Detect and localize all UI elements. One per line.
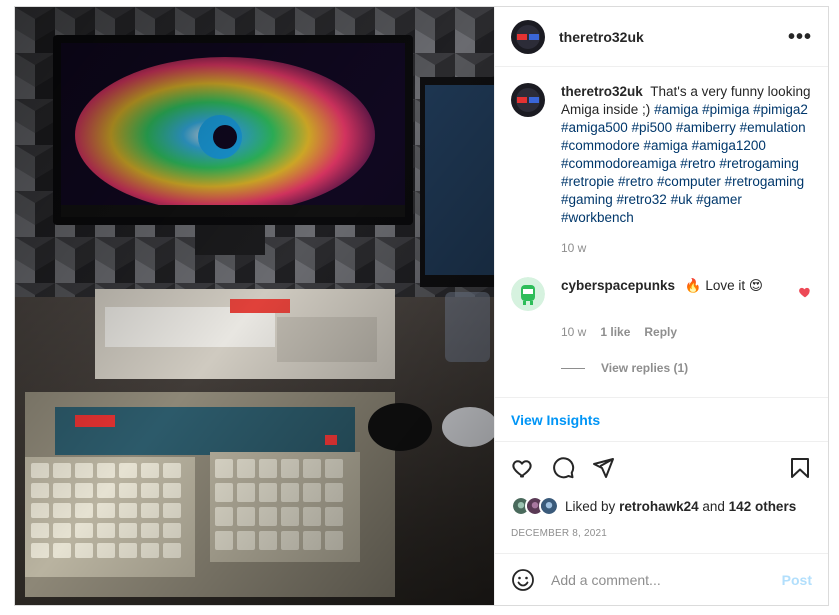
likes-text: Liked by retrohawk24 and 142 others: [565, 499, 796, 514]
post-frame: theretro32uk ••• theretro32uk That's a v…: [14, 6, 829, 606]
likes-others[interactable]: 142 others: [729, 499, 797, 514]
caption-text: theretro32uk That's a very funny looking…: [561, 83, 812, 227]
emoji-icon[interactable]: [511, 568, 535, 592]
comment-body: cyberspacepunks 🔥 Love it 😍: [561, 277, 781, 311]
view-insights-link[interactable]: View Insights: [495, 397, 828, 441]
author-username[interactable]: theretro32uk: [559, 29, 788, 45]
comment-input[interactable]: [551, 571, 782, 588]
add-comment-bar: Post: [495, 553, 828, 605]
action-bar: [511, 442, 812, 494]
comment-likes[interactable]: 1 like: [600, 325, 630, 339]
post-photo-graphic: [15, 7, 494, 605]
avatar-image: [511, 83, 545, 117]
caption-avatar[interactable]: [511, 83, 545, 117]
share-icon[interactable]: [591, 456, 615, 480]
view-replies-label: View replies (1): [601, 361, 689, 375]
liker-avatar[interactable]: [539, 496, 559, 516]
comment-time[interactable]: 10 w: [561, 325, 586, 339]
liker-username[interactable]: retrohawk24: [619, 499, 699, 514]
heart-icon[interactable]: [511, 456, 535, 480]
post-comment-button[interactable]: Post: [782, 572, 812, 588]
caption-hashtags[interactable]: #amiga #pimiga #pimiga2 #amiga500 #pi500…: [561, 102, 808, 225]
comment-text: 🔥 Love it 😍: [684, 278, 763, 293]
likes-prefix: Liked by: [565, 498, 616, 514]
comment-item: cyberspacepunks 🔥 Love it 😍: [511, 277, 812, 311]
comments-section: theretro32uk That's a very funny looking…: [495, 67, 828, 397]
post-sidebar: theretro32uk ••• theretro32uk That's a v…: [494, 7, 828, 605]
comment-like-heart-icon[interactable]: [798, 285, 812, 299]
caption-time[interactable]: 10 w: [561, 241, 812, 255]
view-replies-button[interactable]: View replies (1): [561, 361, 812, 375]
post-header: theretro32uk •••: [495, 7, 828, 67]
actions-section: Liked by retrohawk24 and 142 others DECE…: [495, 441, 828, 553]
comment-meta: 10 w 1 like Reply: [561, 325, 812, 339]
avatar-image: [511, 19, 545, 54]
comment-icon[interactable]: [551, 456, 575, 480]
more-options-icon[interactable]: •••: [788, 27, 812, 47]
replies-divider: [561, 367, 585, 369]
caption: theretro32uk That's a very funny looking…: [511, 83, 812, 227]
post-image[interactable]: [15, 7, 494, 605]
likes-summary: Liked by retrohawk24 and 142 others: [511, 494, 812, 518]
commenter-avatar[interactable]: [511, 277, 545, 311]
post-date[interactable]: DECEMBER 8, 2021: [511, 528, 812, 539]
commenter-username[interactable]: cyberspacepunks: [561, 278, 675, 293]
avatar-image: [511, 277, 545, 311]
caption-username[interactable]: theretro32uk: [561, 84, 643, 99]
bookmark-icon[interactable]: [788, 456, 812, 480]
author-avatar[interactable]: [511, 19, 545, 54]
likes-joiner: and: [702, 498, 725, 514]
comment-reply-button[interactable]: Reply: [644, 325, 677, 339]
